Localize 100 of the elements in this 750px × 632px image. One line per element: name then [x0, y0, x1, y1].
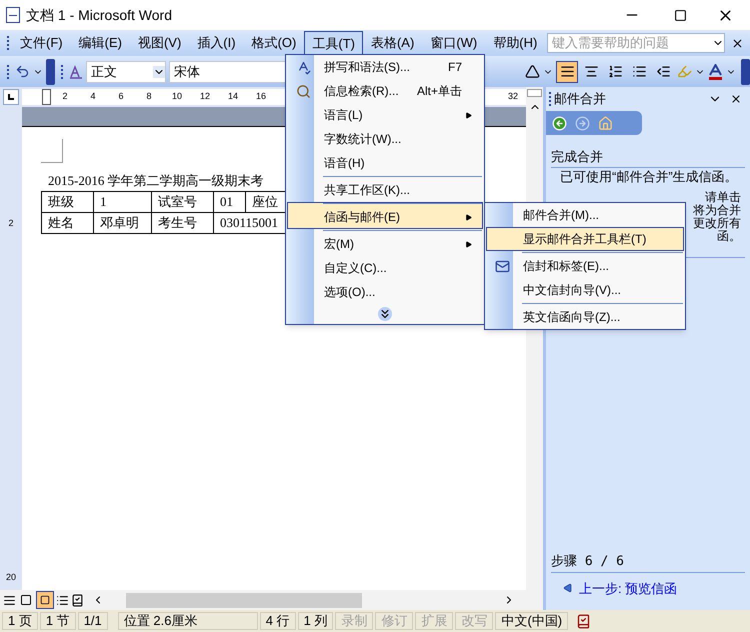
ruler-number: 2: [8, 217, 14, 230]
status-field: 中文(中国): [495, 612, 568, 630]
table-cell: 姓名: [42, 212, 94, 233]
menu-item[interactable]: 信函与邮件(E): [287, 202, 483, 229]
margin-corner-mark: [41, 139, 63, 163]
status-field: 1/1: [78, 612, 108, 630]
menu-item[interactable]: 窗口(W): [422, 31, 486, 55]
expand-menu-icon[interactable]: [378, 307, 392, 321]
shortcut-text: F7: [448, 59, 462, 76]
task-pane-title: 邮件合并: [554, 90, 607, 108]
magnifier-icon: [296, 84, 310, 98]
dropdown-caret-icon[interactable]: [153, 66, 165, 78]
ruler-number: 20: [6, 570, 16, 584]
menu-item[interactable]: 选项(O)...: [287, 280, 483, 304]
ruler-number: 14: [226, 90, 239, 104]
partially-hidden-text: 将为合并: [693, 204, 741, 216]
table-cell: 邓卓明: [94, 212, 152, 233]
menu-item[interactable]: 信封和标签(E)...: [486, 251, 684, 278]
section-heading: 完成合并: [551, 147, 745, 168]
maximize-icon[interactable]: [674, 8, 687, 22]
status-field: 1 页: [2, 612, 38, 630]
back-icon[interactable]: [552, 116, 567, 130]
status-field: 1 节: [40, 612, 76, 630]
bulleted-list-icon[interactable]: [632, 64, 647, 79]
reading-view-icon[interactable]: [71, 594, 84, 606]
justify-button[interactable]: [556, 60, 578, 82]
web-view-icon[interactable]: [20, 594, 32, 606]
status-field: 修订: [375, 612, 414, 630]
align-center-icon[interactable]: [584, 64, 599, 79]
menu-item[interactable]: 插入(I): [189, 31, 244, 55]
menu-item[interactable]: 拼写和语法(S)... F7: [287, 55, 483, 79]
word-document-icon: [6, 7, 20, 23]
table-cell: 01: [214, 191, 246, 212]
menu-item[interactable]: 视图(V): [130, 31, 190, 55]
partially-hidden-text: 更改所有: [693, 216, 741, 230]
outline-view-icon[interactable]: [56, 594, 69, 606]
undo-icon[interactable]: [15, 64, 30, 79]
menu-item[interactable]: 邮件合并(M)...: [486, 203, 684, 227]
menu-item[interactable]: 宏(M): [287, 229, 483, 256]
partially-hidden-text: 函。: [717, 230, 741, 242]
menu-item[interactable]: 格式(O): [244, 31, 304, 55]
print-layout-button[interactable]: [36, 591, 54, 609]
indent-marker-icon[interactable]: [42, 89, 51, 105]
instruction-text: 已可使用“邮件合并”生成信函。: [559, 170, 739, 182]
ruler-number: 4: [89, 90, 96, 104]
ruler-number: 12: [198, 90, 211, 104]
font-color-icon[interactable]: [708, 64, 723, 80]
menu-item[interactable]: 自定义(C)...: [287, 256, 483, 280]
ruler-number: 6: [117, 90, 124, 104]
menu-item[interactable]: 共享工作区(K)...: [287, 175, 483, 202]
ruler-number: 32: [508, 90, 518, 104]
vertical-ruler[interactable]: 2 20: [0, 107, 22, 590]
menu-item[interactable]: 编辑(E): [70, 31, 130, 55]
menu-item[interactable]: 中文信封向导(V)...: [486, 278, 684, 302]
ruler-number: 2: [61, 90, 68, 104]
submenu-arrow-icon: [465, 112, 472, 118]
menu-item[interactable]: 表格(A): [362, 31, 422, 55]
menu-item[interactable]: 英文信函向导(Z)...: [486, 302, 684, 329]
close-icon[interactable]: [730, 93, 742, 105]
style-dropdown[interactable]: 正文: [86, 60, 166, 82]
ruler-number: 16: [254, 90, 267, 104]
normal-view-icon[interactable]: [3, 594, 16, 606]
indent-icon[interactable]: [656, 64, 671, 79]
window-title: 文档 1 - Microsoft Word: [26, 6, 173, 24]
previous-step-link[interactable]: 上一步: 预览信函: [579, 578, 678, 598]
document-heading: 2015-2016 学年第二学期高一级期末考: [48, 172, 264, 190]
menu-item[interactable]: 显示邮件合并工具栏(T): [486, 227, 684, 251]
step-indicator: 步骤 6 / 6: [551, 552, 745, 572]
table-cell: 试室号: [152, 191, 214, 212]
status-field: 改写: [455, 612, 494, 630]
tab-selector-icon[interactable]: [3, 89, 19, 105]
table-cell: 1: [94, 191, 152, 212]
menu-item[interactable]: 语言(L): [287, 103, 483, 127]
ruler-number: 10: [170, 90, 183, 104]
close-icon[interactable]: [731, 36, 744, 50]
table-cell: 班级: [42, 191, 94, 212]
status-field: 扩展: [415, 612, 454, 630]
toolbar-overflow-icon[interactable]: [741, 58, 750, 84]
spelling-status-icon: [576, 614, 592, 628]
styles-icon[interactable]: [69, 64, 83, 78]
status-field: 4 行: [260, 612, 296, 630]
justify-icon: [560, 64, 574, 79]
status-field: 1 列: [298, 612, 334, 630]
back-arrow-icon[interactable]: [563, 583, 573, 594]
status-field: 录制: [335, 612, 374, 630]
page-icon: [40, 595, 50, 605]
drawing-icon[interactable]: [525, 64, 540, 79]
menu-item[interactable]: 文件(F): [12, 31, 71, 55]
submenu-arrow-icon: [465, 214, 472, 220]
table-cell: 考生号: [152, 212, 214, 233]
menu-item[interactable]: 语音(H): [287, 151, 483, 175]
status-field: 位置 2.6厘米: [118, 612, 258, 630]
ruler-number: 8: [145, 90, 152, 104]
toolbar-overflow-icon[interactable]: [46, 58, 55, 84]
numbered-list-icon[interactable]: [608, 64, 623, 79]
menu-item[interactable]: 字数统计(W)...: [287, 127, 483, 151]
help-search-field[interactable]: 键入需要帮助的问题: [547, 33, 725, 53]
submenu-arrow-icon: [465, 240, 472, 248]
menu-item[interactable]: 工具(T): [304, 31, 363, 55]
menu-item[interactable]: 帮助(H): [485, 31, 546, 55]
